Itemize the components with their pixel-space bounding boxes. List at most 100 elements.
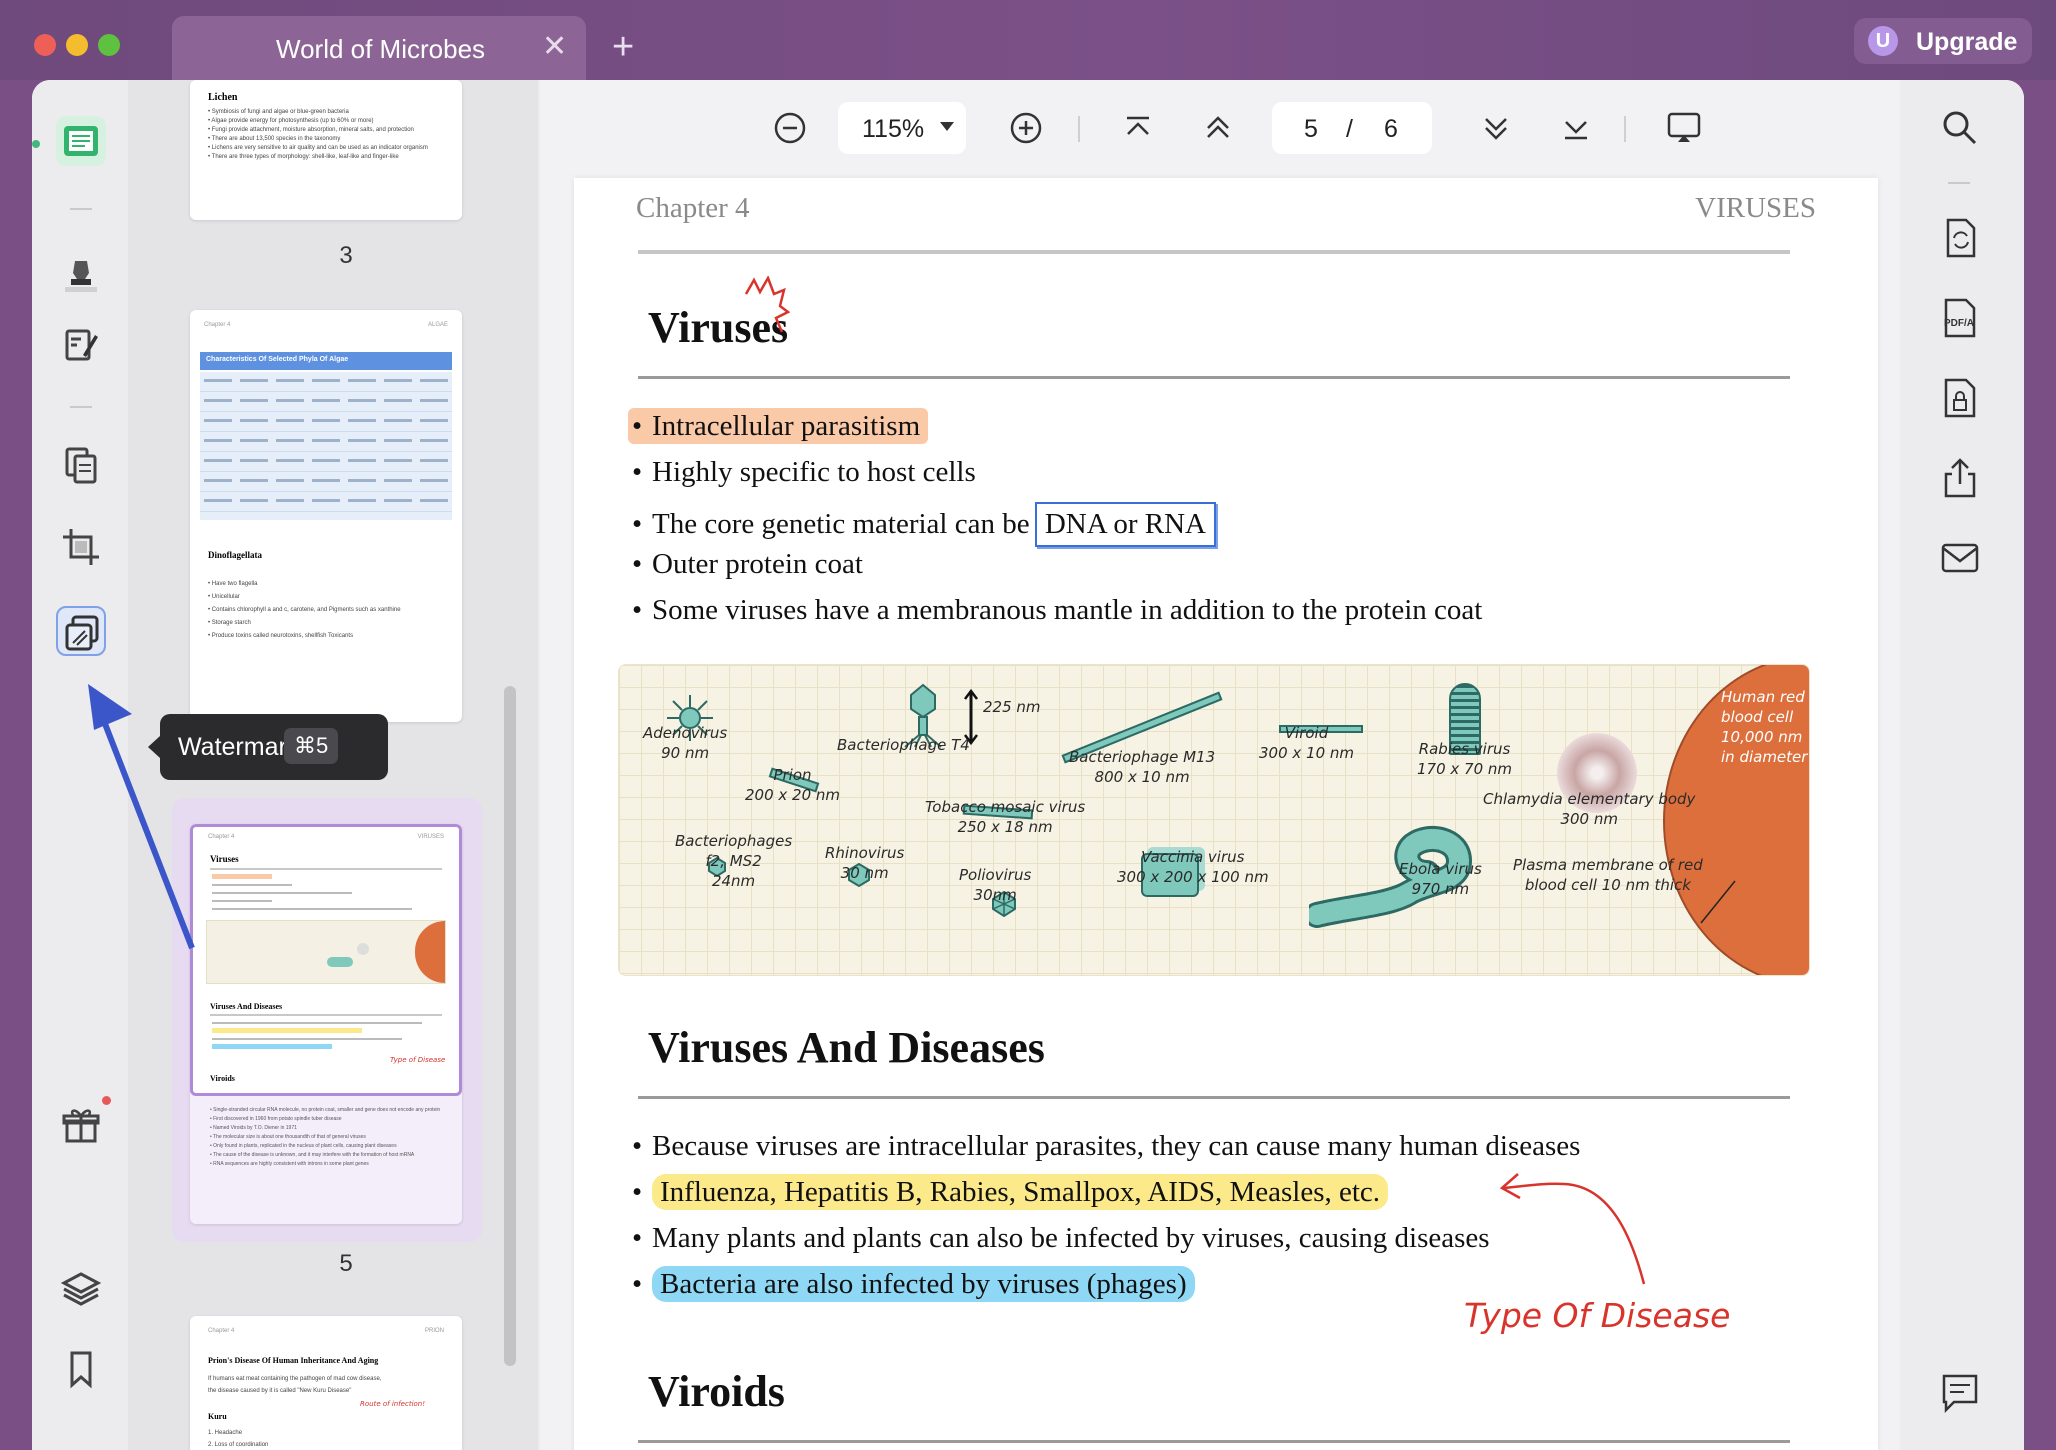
boxed-annotation[interactable]: DNA or RNA bbox=[1034, 502, 1216, 547]
thumb-table-cell bbox=[384, 419, 412, 422]
plus-icon[interactable]: + bbox=[612, 28, 634, 66]
thumb-heading: Lichen bbox=[208, 92, 238, 103]
diagram-label-line: 200 x 20 nm bbox=[745, 786, 841, 804]
bookmark-icon[interactable] bbox=[56, 1344, 106, 1394]
thumb-heading: Prion's Disease Of Human Inheritance And… bbox=[208, 1356, 379, 1365]
gift-icon[interactable] bbox=[56, 1096, 111, 1150]
thumb-text: 2. Loss of coordination bbox=[208, 1442, 269, 1448]
thumb-table-row bbox=[200, 432, 452, 452]
diagram-label-chlamydia: Chlamydia elementary body 300 nm bbox=[1483, 789, 1695, 829]
page-number: 3 bbox=[339, 242, 353, 269]
thumb-table-cell bbox=[276, 479, 304, 482]
thumb-table-cell bbox=[348, 479, 376, 482]
highlighter-icon[interactable] bbox=[56, 250, 106, 300]
thumb-text-line: • Symbiosis of fungi and algae or blue-g… bbox=[208, 109, 349, 115]
title-rule bbox=[638, 376, 1790, 379]
thumb-table-row bbox=[200, 392, 452, 412]
protect-icon[interactable] bbox=[1938, 376, 1982, 420]
diagram-label-line: Bacteriophage M13 bbox=[1069, 748, 1216, 766]
thumb-table-cell bbox=[204, 419, 232, 422]
pdfa-icon[interactable]: PDF/A bbox=[1938, 296, 1982, 340]
watermark-icon[interactable] bbox=[56, 606, 106, 656]
diagram-label-phages-f2: Bacteriophages f2, MS2 24nm bbox=[675, 831, 792, 891]
pointer-line bbox=[1700, 880, 1736, 924]
annotation-arrow bbox=[1499, 1173, 1646, 1285]
thumb-text-line: • RNA sequences are highly consistent wi… bbox=[210, 1161, 369, 1167]
thumb-table-cell bbox=[420, 419, 448, 422]
thumb-table-row bbox=[200, 472, 452, 492]
thumbnail-scrollbar[interactable] bbox=[504, 686, 516, 1366]
right-toolbar: PDF/A bbox=[1900, 80, 2024, 1450]
thumb-diagram bbox=[206, 920, 446, 984]
diagram-label-line: 300 nm bbox=[1560, 810, 1618, 828]
diagram-label-plasma: Plasma membrane of red blood cell 10 nm t… bbox=[1513, 855, 1703, 895]
diagram-label-line: 170 x 70 nm bbox=[1417, 760, 1513, 778]
bullet-item: • Influenza, Hepatitis B, Rabies, Smallpo… bbox=[628, 1174, 1389, 1210]
thumb-table-cell bbox=[276, 459, 304, 462]
comment-icon[interactable] bbox=[1938, 1370, 1982, 1414]
diagram-label-line: 300 x 10 nm bbox=[1259, 744, 1355, 762]
page-thumbnail-3[interactable]: Lichen • Symbiosis of fungi and algae or… bbox=[190, 80, 462, 220]
thumb-table-cell bbox=[312, 379, 340, 382]
notification-dot bbox=[102, 1096, 111, 1105]
upgrade-label: Upgrade bbox=[1916, 28, 2018, 56]
close-window-button[interactable] bbox=[34, 34, 56, 56]
thumb-table-cell bbox=[240, 479, 268, 482]
thumb-table-cell bbox=[204, 499, 232, 502]
thumb-table-cell bbox=[420, 399, 448, 402]
search-icon[interactable] bbox=[1938, 106, 1982, 150]
prev-page-icon[interactable] bbox=[1194, 104, 1242, 152]
thumb-table-cell bbox=[312, 399, 340, 402]
layers-icon[interactable] bbox=[56, 1264, 106, 1314]
divider bbox=[70, 208, 92, 210]
convert-icon[interactable] bbox=[1938, 216, 1982, 260]
crop-icon[interactable] bbox=[56, 522, 106, 572]
title-rule bbox=[638, 1096, 1790, 1099]
presentation-icon[interactable] bbox=[1660, 104, 1708, 152]
zoom-window-button[interactable] bbox=[98, 34, 120, 56]
thumb-text-line: • Storage starch bbox=[208, 620, 251, 626]
thumb-heading: Viruses And Diseases bbox=[210, 1002, 283, 1011]
thumb-table-cell bbox=[204, 459, 232, 462]
thumb-text: • Have two flagella • Unicellular • Contai… bbox=[208, 578, 448, 643]
diagram-label-line: Vaccinia virus bbox=[1141, 848, 1245, 866]
zoom-in-icon[interactable] bbox=[1002, 104, 1050, 152]
thumb-table-title: Characteristics Of Selected Phyla Of Alg… bbox=[200, 352, 452, 370]
last-page-icon[interactable] bbox=[1552, 104, 1600, 152]
upgrade-button[interactable]: U Upgrade bbox=[1854, 18, 2032, 64]
zoom-out-icon[interactable] bbox=[766, 104, 814, 152]
diagram-label-line: Prion bbox=[773, 766, 812, 784]
zoom-select[interactable]: 115% bbox=[838, 102, 966, 154]
thumb-table-cell bbox=[240, 399, 268, 402]
page-thumbnail-5[interactable]: Chapter 4 VIRUSES Viruses Viruses And Di… bbox=[190, 824, 462, 1224]
share-icon[interactable] bbox=[1938, 456, 1982, 500]
diagram-label-vaccinia: Vaccinia virus 300 x 200 x 100 nm bbox=[1117, 847, 1269, 887]
thumb-text: the disease caused by it is called "New … bbox=[208, 1388, 352, 1394]
thumb-text: If humans eat meat containing the pathog… bbox=[208, 1376, 382, 1382]
mail-icon[interactable] bbox=[1938, 536, 1982, 580]
thumb-table-cell bbox=[276, 499, 304, 502]
thumb-annotation: Type of Disease bbox=[390, 1056, 446, 1064]
page-thumbnail-4[interactable]: Chapter 4 ALGAE Characteristics Of Selec… bbox=[190, 310, 462, 722]
thumb-table-row bbox=[200, 492, 452, 512]
page-number-input[interactable]: 5 / 6 bbox=[1272, 102, 1432, 154]
thumb-table-cell bbox=[348, 459, 376, 462]
diagram-label-line: 800 x 10 nm bbox=[1094, 768, 1190, 786]
thumb-table-cell bbox=[204, 479, 232, 482]
page-thumbnail-6[interactable]: Chapter 4 PRION Prion's Disease Of Human… bbox=[190, 1316, 462, 1450]
document-tab[interactable]: World of Microbes ✕ bbox=[172, 16, 586, 80]
organize-pages-icon[interactable] bbox=[56, 440, 106, 490]
divider bbox=[1078, 116, 1080, 142]
diagram-label-viroid: Viroid 300 x 10 nm bbox=[1259, 723, 1354, 763]
microbe-size-diagram: Adenovirus 90 nm Bacteriophage T4 225 nm Pri… bbox=[618, 664, 1810, 976]
thumb-text-line: • Fungi provide attachment, moisture abs… bbox=[208, 127, 414, 133]
close-icon[interactable]: ✕ bbox=[542, 32, 567, 62]
minimize-window-button[interactable] bbox=[66, 34, 88, 56]
handwritten-annotation[interactable]: Type Of Disease bbox=[1464, 1296, 1730, 1335]
first-page-icon[interactable] bbox=[1114, 104, 1162, 152]
next-page-icon[interactable] bbox=[1472, 104, 1520, 152]
edit-pen-icon[interactable] bbox=[56, 320, 106, 370]
reader-icon[interactable] bbox=[56, 116, 106, 166]
keyboard-shortcut: ⌘5 bbox=[284, 728, 339, 764]
thumb-header-right: VIRUSES bbox=[417, 834, 444, 840]
